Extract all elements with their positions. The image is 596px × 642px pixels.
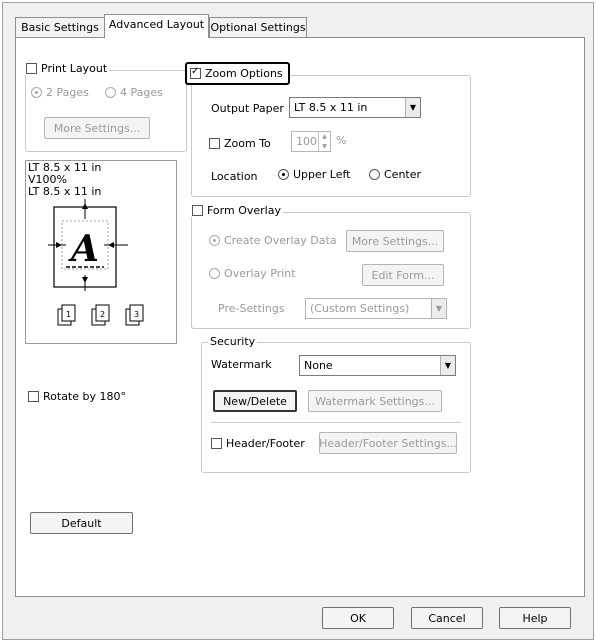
print-layout-label: Print Layout [41,62,108,75]
watermark-select[interactable]: None ▼ [299,355,456,376]
svg-text:2: 2 [100,310,105,319]
tab-basic-label: Basic Settings [21,21,99,34]
zoom-to-checkbox[interactable] [209,138,220,149]
zoom-options-label: Zoom Options [205,67,283,80]
print-layout-more-settings-button[interactable]: More Settings... [44,117,150,139]
option-4-pages[interactable]: 4 Pages [105,86,163,99]
rotate-180-checkbox[interactable] [28,391,39,402]
form-overlay-group: Form Overlay Create Overlay Data More Se… [190,204,471,329]
zoom-value-spinner[interactable]: 100 ▲ ▼ [291,131,331,152]
pre-settings-label: Pre-Settings [218,302,285,315]
rotate-180-option[interactable]: Rotate by 180° [28,390,126,403]
cancel-button[interactable]: Cancel [411,607,483,629]
security-divider [211,422,461,423]
overlay-more-settings-button[interactable]: More Settings... [346,230,444,252]
print-layout-checkbox[interactable] [26,63,37,74]
watermark-settings-label: Watermark Settings... [315,394,435,408]
location-center-option[interactable]: Center [369,168,421,181]
option-2-pages[interactable]: 2 Pages [31,86,89,99]
location-center-label: Center [384,168,422,181]
layout-preview: LT 8.5 x 11 in V100% LT 8.5 x 11 in A 1 … [25,160,177,344]
zoom-unit-label: % [336,134,347,147]
page-preview-icon: A [48,199,128,291]
pre-settings-value: (Custom Settings) [310,302,410,315]
rotate-180-label: Rotate by 180° [43,390,126,403]
watermark-label: Watermark [211,358,272,371]
security-legend: Security [208,335,258,348]
overlay-more-settings-label: More Settings... [351,234,439,248]
edit-form-label: Edit Form... [371,268,435,282]
overlay-print-option[interactable]: Overlay Print [209,267,296,280]
zoom-options-legend: Zoom Options [185,62,290,85]
location-upper-left-label: Upper Left [293,168,351,181]
overlay-print-radio[interactable] [209,268,220,279]
form-overlay-label: Form Overlay [207,204,281,217]
ok-button[interactable]: OK [322,607,394,629]
tab-optional-settings[interactable]: Optional Settings [209,17,307,37]
header-footer-label: Header/Footer [226,437,305,450]
print-layout-more-settings-label: More Settings... [53,121,141,135]
create-overlay-label: Create Overlay Data [224,234,337,247]
radio-2-pages[interactable] [31,87,42,98]
create-overlay-radio[interactable] [209,235,220,246]
option-4-pages-label: 4 Pages [120,86,163,99]
print-layout-legend: Print Layout [24,62,110,75]
preview-output-text: LT 8.5 x 11 in [28,185,102,198]
zoom-options-checkbox[interactable] [190,66,201,79]
zoom-to-option[interactable]: Zoom To [209,137,271,150]
help-button-label: Help [522,611,548,625]
security-group: Security Watermark None ▼ New/Delete Wat… [201,335,471,473]
chevron-down-icon: ▼ [440,356,455,375]
tab-basic-settings[interactable]: Basic Settings [15,17,105,37]
output-paper-value: LT 8.5 x 11 in [294,101,368,114]
zoom-options-group: Zoom Options Output Paper LT 8.5 x 11 in… [185,62,471,197]
print-layout-group: Print Layout 2 Pages 4 Pages More Settin… [24,62,187,152]
new-delete-button[interactable]: New/Delete [213,390,297,412]
header-footer-option[interactable]: Header/Footer [211,437,305,450]
preview-letter: A [68,228,99,270]
header-footer-checkbox[interactable] [211,438,222,449]
watermark-settings-button[interactable]: Watermark Settings... [308,390,442,412]
spinner-arrows-icon[interactable]: ▲ ▼ [318,132,330,151]
output-paper-select[interactable]: LT 8.5 x 11 in ▼ [289,97,421,118]
default-button[interactable]: Default [30,512,133,534]
printer-settings-dialog: Basic Settings Advanced Layout Optional … [2,2,594,640]
form-overlay-legend: Form Overlay [190,204,283,217]
location-upper-left-option[interactable]: Upper Left [278,168,351,181]
new-delete-label: New/Delete [223,394,287,408]
option-2-pages-label: 2 Pages [46,86,89,99]
create-overlay-option[interactable]: Create Overlay Data [209,234,337,247]
svg-text:3: 3 [134,310,139,319]
form-overlay-checkbox[interactable] [192,205,203,216]
header-footer-settings-button[interactable]: Header/Footer Settings... [319,432,457,454]
svg-text:1: 1 [66,310,71,319]
help-button[interactable]: Help [499,607,571,629]
location-upper-left-radio[interactable] [278,169,289,180]
radio-4-pages[interactable] [105,87,116,98]
overlay-print-label: Overlay Print [224,267,296,280]
tab-advanced-label: Advanced Layout [108,18,205,31]
chevron-down-icon: ▼ [405,98,420,117]
location-center-radio[interactable] [369,169,380,180]
copies-order-icon: 1 2 3 [57,304,144,326]
zoom-value-text: 100 [296,135,317,148]
tab-optional-label: Optional Settings [210,21,306,34]
pre-settings-select[interactable]: (Custom Settings) ▼ [305,298,447,319]
watermark-value: None [304,359,333,372]
advanced-layout-panel: Print Layout 2 Pages 4 Pages More Settin… [15,37,585,597]
chevron-down-icon: ▼ [431,299,446,318]
location-label: Location [211,170,258,183]
zoom-to-label: Zoom To [224,137,271,150]
edit-form-button[interactable]: Edit Form... [362,264,444,286]
tab-advanced-layout[interactable]: Advanced Layout [104,14,209,38]
cancel-button-label: Cancel [428,611,466,625]
default-button-label: Default [61,516,102,530]
output-paper-label: Output Paper [211,102,284,115]
header-footer-settings-label: Header/Footer Settings... [319,436,457,450]
ok-button-label: OK [350,611,366,625]
